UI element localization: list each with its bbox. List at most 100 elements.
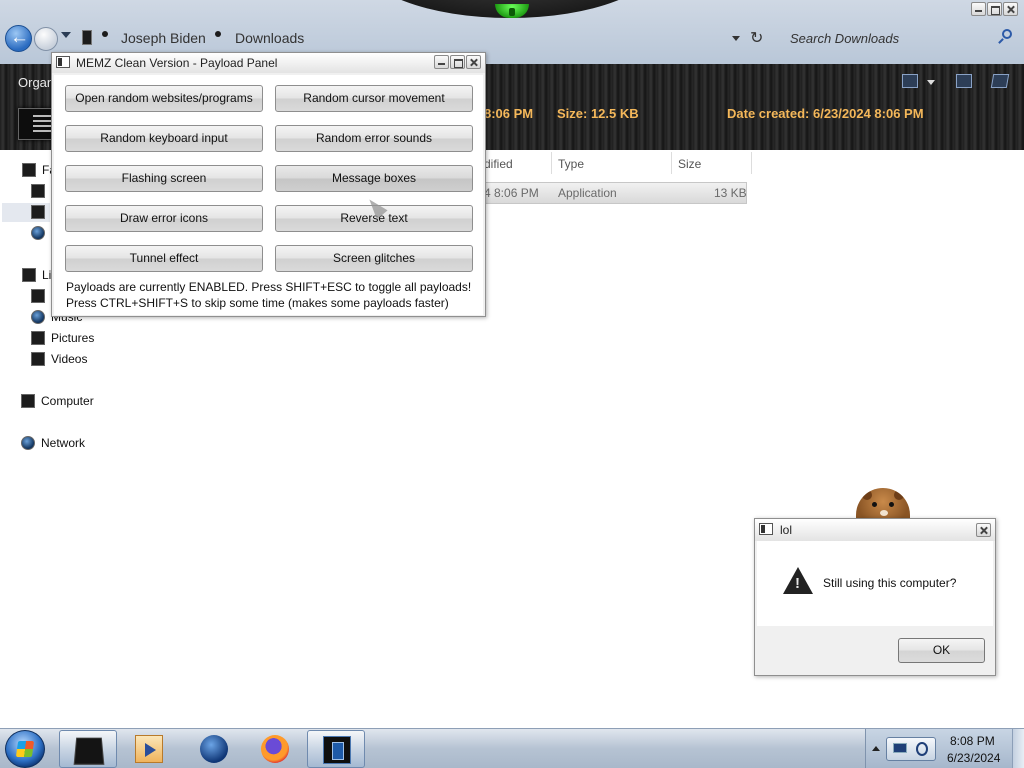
payload-message-boxes-button[interactable]: Message boxes <box>275 165 473 192</box>
videos-icon <box>31 352 45 366</box>
explorer-icon <box>73 737 105 765</box>
close-icon[interactable] <box>466 55 481 69</box>
computer-icon <box>21 394 35 408</box>
column-divider[interactable] <box>671 152 672 174</box>
payload-open-random-websites-button[interactable]: Open random websites/programs <box>65 85 263 112</box>
nav-videos[interactable]: Videos <box>31 352 87 366</box>
pictures-icon <box>31 331 45 345</box>
view-options-dropdown-icon[interactable] <box>927 80 935 85</box>
music-icon <box>31 310 45 324</box>
nav-computer[interactable]: Computer <box>21 394 94 408</box>
memz-window-controls <box>434 55 481 69</box>
detail-date-modified: 8:06 PM <box>484 106 534 121</box>
nav-network[interactable]: Network <box>21 436 85 450</box>
column-divider[interactable] <box>551 152 552 174</box>
taskbar-explorer-button[interactable] <box>59 730 117 768</box>
maximize-icon[interactable] <box>450 55 465 69</box>
libraries-icon <box>22 268 36 282</box>
detail-date-created: Date created: 6/23/2024 8:06 PM <box>727 106 924 121</box>
column-divider[interactable] <box>751 152 752 174</box>
lol-window-title: lol <box>780 523 793 537</box>
payload-random-error-sounds-button[interactable]: Random error sounds <box>275 125 473 152</box>
recent-places-icon <box>31 226 45 240</box>
payload-status-text: Payloads are currently ENABLED. Press SH… <box>66 280 472 294</box>
minimize-icon[interactable] <box>971 2 986 16</box>
search-input[interactable]: Search Downloads <box>790 31 899 46</box>
nav-documents[interactable] <box>31 289 45 303</box>
payload-screen-glitches-button[interactable]: Screen glitches <box>275 245 473 272</box>
show-desktop-button[interactable] <box>1012 729 1024 768</box>
payload-random-cursor-movement-button[interactable]: Random cursor movement <box>275 85 473 112</box>
payload-flashing-screen-button[interactable]: Flashing screen <box>65 165 263 192</box>
maximize-icon[interactable] <box>987 2 1002 16</box>
show-hidden-icons-icon[interactable] <box>872 746 880 751</box>
memz-payload-panel-window: MEMZ Clean Version - Payload Panel Open … <box>51 52 486 317</box>
lol-message-body: Still using this computer? <box>757 541 993 626</box>
volume-icon[interactable] <box>916 742 928 756</box>
nav-downloads[interactable] <box>31 205 45 219</box>
change-view-icon[interactable] <box>902 74 918 88</box>
tray-icon-group <box>886 737 936 761</box>
ok-button[interactable]: OK <box>898 638 985 663</box>
taskbar: 8:08 PM 6/23/2024 <box>0 728 1024 768</box>
taskbar-firefox-button[interactable] <box>246 730 304 768</box>
hamster-image <box>856 488 910 522</box>
hamster-ear <box>862 490 872 500</box>
breadcrumb-separator-icon[interactable] <box>102 31 108 37</box>
minimize-icon[interactable] <box>434 55 449 69</box>
desktop-icon <box>31 184 45 198</box>
taskbar-media-player-button[interactable] <box>120 730 178 768</box>
nav-recent[interactable] <box>31 226 45 240</box>
lol-message-box: lol Still using this computer? OK <box>754 518 996 676</box>
address-dropdown-icon[interactable] <box>732 36 740 41</box>
back-button[interactable] <box>5 25 32 52</box>
breadcrumb-separator-icon[interactable] <box>215 31 221 37</box>
column-size[interactable]: Size <box>678 157 701 171</box>
clock-time[interactable]: 8:08 PM <box>950 734 995 748</box>
start-button[interactable] <box>5 730 45 768</box>
close-icon[interactable] <box>976 523 991 537</box>
breadcrumb-joseph-biden[interactable]: Joseph Biden <box>121 30 206 46</box>
nav-label: Li <box>42 268 52 282</box>
memz-title-bar[interactable]: MEMZ Clean Version - Payload Panel <box>52 53 485 73</box>
payload-draw-error-icons-button[interactable]: Draw error icons <box>65 205 263 232</box>
internet-explorer-icon <box>200 735 228 763</box>
documents-icon <box>31 289 45 303</box>
payload-tunnel-effect-button[interactable]: Tunnel effect <box>65 245 263 272</box>
hamster-eye <box>872 502 877 507</box>
file-type: Application <box>558 186 617 200</box>
close-icon[interactable] <box>1003 2 1018 16</box>
system-tray: 8:08 PM 6/23/2024 <box>865 729 1024 768</box>
recent-pages-dropdown-icon[interactable] <box>61 32 71 38</box>
nav-pictures[interactable]: Pictures <box>31 331 94 345</box>
file-date-modified: 4 8:06 PM <box>484 186 539 200</box>
nav-label: Network <box>41 436 86 450</box>
clock-date[interactable]: 6/23/2024 <box>947 751 1000 765</box>
taskbar-internet-explorer-button[interactable] <box>185 730 243 768</box>
breadcrumb-downloads[interactable]: Downloads <box>235 30 304 46</box>
explorer-window-controls <box>971 2 1018 16</box>
lol-title-bar[interactable]: lol <box>755 519 995 541</box>
favorites-icon <box>22 163 36 177</box>
payload-hint-text: Press CTRL+SHIFT+S to skip some time (ma… <box>66 296 449 310</box>
search-icon[interactable] <box>1002 29 1012 39</box>
media-player-icon <box>135 735 163 763</box>
help-icon[interactable] <box>990 74 1010 88</box>
column-type[interactable]: Type <box>558 157 584 171</box>
memz-app-icon <box>759 523 773 535</box>
hamster-nose <box>880 510 888 516</box>
payload-random-keyboard-input-button[interactable]: Random keyboard input <box>65 125 263 152</box>
nav-libraries[interactable]: Li <box>22 268 51 282</box>
nav-label: Pictures <box>51 331 95 345</box>
preview-pane-icon[interactable] <box>956 74 972 88</box>
network-status-icon[interactable] <box>893 743 907 753</box>
column-date-modified[interactable]: dified <box>484 157 513 171</box>
forward-button[interactable] <box>34 27 58 51</box>
memz-app-icon <box>56 56 70 68</box>
refresh-icon[interactable]: ↻ <box>750 28 763 48</box>
nav-label: Videos <box>51 352 88 366</box>
nav-desktop[interactable] <box>31 184 45 198</box>
firefox-icon <box>261 735 289 763</box>
organize-button[interactable]: Organ <box>18 75 54 90</box>
taskbar-memz-button[interactable] <box>307 730 365 768</box>
